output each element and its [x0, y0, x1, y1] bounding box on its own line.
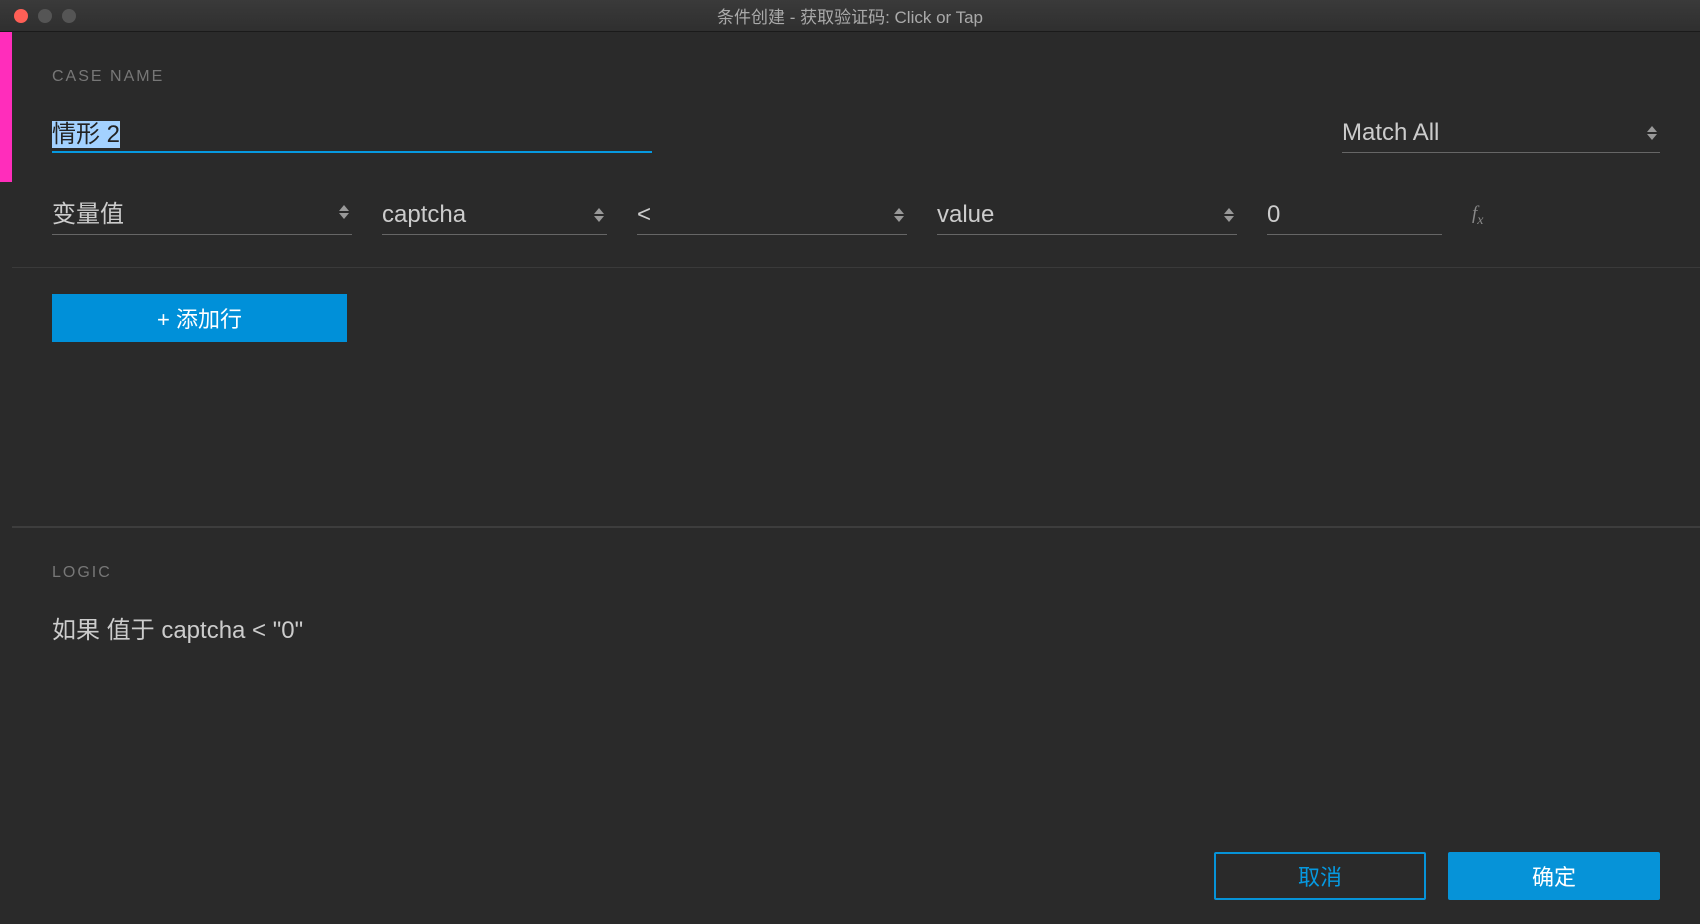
ok-button[interactable]: 确定: [1448, 852, 1660, 900]
case-name-input[interactable]: 情形 2: [52, 114, 652, 153]
condition-type-value: 变量值: [52, 194, 326, 229]
match-mode-select[interactable]: Match All: [1342, 116, 1660, 153]
condition-value-field[interactable]: [1267, 201, 1442, 229]
minimize-window-icon: [38, 9, 52, 23]
add-row-button[interactable]: + 添加行: [52, 294, 347, 342]
condition-target-value: value: [937, 201, 1211, 229]
window-title: 条件创建 - 获取验证码: Click or Tap: [717, 3, 983, 28]
case-name-value: 情形 2: [52, 121, 120, 148]
window-controls: [14, 9, 76, 23]
condition-operator-select[interactable]: <: [637, 198, 907, 235]
chevron-up-down-icon: [1221, 203, 1237, 227]
logic-label: LOGIC: [52, 564, 1660, 582]
match-mode-value: Match All: [1342, 119, 1634, 147]
condition-variable-select[interactable]: captcha: [382, 198, 607, 235]
chevron-up-down-icon: [336, 200, 352, 224]
condition-row: 变量值 captcha < value fx: [12, 163, 1700, 268]
maximize-window-icon: [62, 9, 76, 23]
chevron-up-down-icon: [891, 203, 907, 227]
condition-type-select[interactable]: 变量值: [52, 191, 352, 235]
condition-value-input[interactable]: [1267, 198, 1442, 235]
chevron-up-down-icon: [591, 203, 607, 227]
chevron-up-down-icon: [1644, 121, 1660, 145]
case-name-label: CASE NAME: [52, 68, 1660, 86]
cancel-button[interactable]: 取消: [1214, 852, 1426, 900]
condition-variable-value: captcha: [382, 201, 581, 229]
close-window-icon[interactable]: [14, 9, 28, 23]
fx-icon[interactable]: fx: [1472, 203, 1484, 235]
condition-target-select[interactable]: value: [937, 198, 1237, 235]
titlebar: 条件创建 - 获取验证码: Click or Tap: [0, 0, 1700, 32]
condition-operator-value: <: [637, 201, 881, 229]
accent-bar: [0, 32, 12, 182]
logic-expression: 如果 值于 captcha < "0": [52, 610, 1660, 645]
